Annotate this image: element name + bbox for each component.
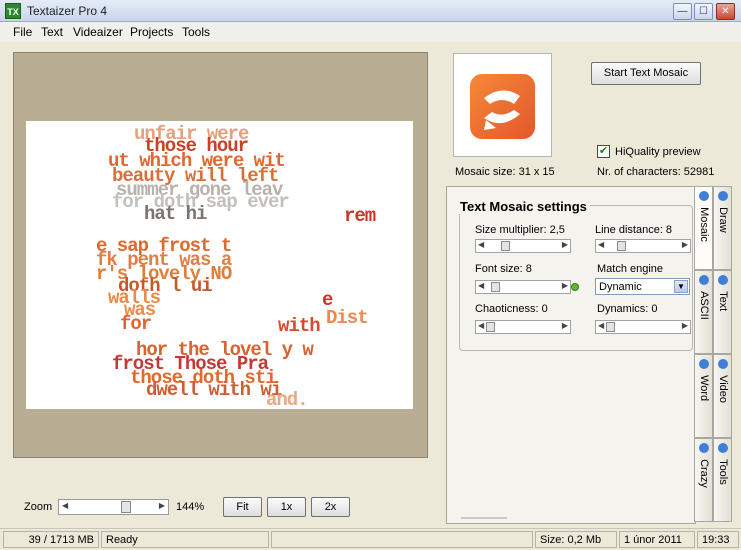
zoom-2x-button[interactable]: 2x — [311, 497, 350, 517]
settings-title: Text Mosaic settings — [457, 199, 590, 214]
menu-videaizer[interactable]: Videaizer — [73, 25, 123, 39]
match-engine-value: Dynamic — [599, 281, 642, 293]
time-status: 19:33 — [697, 531, 739, 548]
source-image-thumbnail[interactable] — [453, 53, 552, 157]
zoom-value: 144% — [176, 501, 205, 513]
menu-file[interactable]: File — [13, 25, 32, 39]
mosaic-text-line: rem — [344, 205, 376, 227]
tab-mosaic[interactable]: Mosaic — [694, 186, 713, 270]
line-distance-thumb[interactable] — [617, 241, 626, 251]
mosaic-text-line: Dist — [326, 307, 369, 329]
date-status: 1 únor 2011 — [619, 531, 695, 548]
mosaic-text-line: hat hi — [144, 203, 207, 225]
match-engine-label: Match engine — [597, 263, 664, 275]
ascii-tab-icon — [699, 275, 709, 285]
crazy-tab-icon — [699, 443, 709, 453]
maximize-button[interactable]: ☐ — [694, 3, 713, 20]
close-button[interactable]: ✕ — [716, 3, 735, 20]
memory-status: 39 / 1713 MB — [3, 531, 99, 548]
logo-image — [470, 74, 535, 139]
size-multiplier-label: Size multiplier: 2,5 — [475, 224, 565, 236]
zoom-label: Zoom — [24, 501, 53, 513]
title-bar: TX Textaizer Pro 4 — ☐ ✕ — [0, 0, 741, 22]
tab-text[interactable]: Text — [713, 270, 732, 354]
match-engine-select[interactable]: Dynamic ▼ — [595, 278, 690, 295]
zoom-slider[interactable]: ◀ ▶ — [58, 499, 169, 515]
status-bar: 39 / 1713 MB Ready Size: 0,2 Mb 1 únor 2… — [0, 528, 741, 550]
status-dot-icon — [571, 283, 579, 291]
text-tab-icon — [718, 275, 728, 285]
draw-tab-icon — [718, 191, 728, 201]
tab-ascii[interactable]: ASCII — [694, 270, 713, 354]
font-size-thumb[interactable] — [491, 282, 500, 292]
line-distance-label: Line distance: 8 — [595, 224, 673, 236]
start-text-mosaic-button[interactable]: Start Text Mosaic — [591, 62, 701, 85]
chaoticness-label: Chaoticness: 0 — [475, 303, 548, 315]
zoom-1x-button[interactable]: 1x — [267, 497, 306, 517]
mosaic-text-line: for — [120, 313, 152, 335]
mosaic-text-line: with — [278, 315, 321, 337]
menu-tools[interactable]: Tools — [182, 25, 210, 39]
line-distance-slider[interactable]: ◀ ▶ — [595, 239, 691, 253]
menu-text[interactable]: Text — [41, 25, 63, 39]
font-size-slider[interactable]: ◀ ▶ — [475, 280, 571, 294]
minimize-button[interactable]: — — [673, 3, 692, 20]
tab-tools[interactable]: Tools — [713, 438, 732, 522]
mosaic-text-line: dwell with wi — [146, 379, 282, 401]
font-size-label: Font size: 8 — [475, 263, 532, 275]
slider-left-arrow-icon[interactable]: ◀ — [62, 501, 68, 510]
dynamics-label: Dynamics: 0 — [597, 303, 658, 315]
ready-status: Ready — [101, 531, 269, 548]
size-status: Size: 0,2 Mb — [535, 531, 617, 548]
menu-bar: File Text Videaizer Projects Tools — [0, 22, 741, 42]
window-title: Textaizer Pro 4 — [27, 4, 108, 18]
mosaic-text-line: and. — [266, 389, 309, 409]
mosaic-tab-icon — [699, 191, 709, 201]
hiquality-preview-label[interactable]: HiQuality preview — [615, 146, 701, 158]
progress-indicator — [461, 517, 507, 519]
tab-crazy[interactable]: Crazy — [694, 438, 713, 522]
zoom-slider-thumb[interactable] — [121, 501, 131, 513]
slider-right-arrow-icon[interactable]: ▶ — [159, 501, 165, 510]
tab-word[interactable]: Word — [694, 354, 713, 438]
mosaic-preview[interactable]: unfair were those hour ut which were wit be… — [26, 121, 413, 409]
fit-button[interactable]: Fit — [223, 497, 262, 517]
video-tab-icon — [718, 359, 728, 369]
nr-characters-label: Nr. of characters: 52981 — [597, 166, 715, 178]
tools-tab-icon — [718, 443, 728, 453]
chevron-down-icon[interactable]: ▼ — [674, 280, 688, 293]
status-empty — [271, 531, 533, 548]
size-multiplier-thumb[interactable] — [501, 241, 510, 251]
dynamics-thumb[interactable] — [606, 322, 615, 332]
word-tab-icon — [699, 359, 709, 369]
dynamics-slider[interactable]: ◀ ▶ — [595, 320, 691, 334]
chaoticness-thumb[interactable] — [486, 322, 495, 332]
settings-panel: Text Mosaic settings Size multiplier: 2,… — [446, 186, 696, 524]
size-multiplier-slider[interactable]: ◀ ▶ — [475, 239, 571, 253]
menu-projects[interactable]: Projects — [130, 25, 173, 39]
hiquality-preview-checkbox[interactable]: ✔ — [597, 145, 610, 158]
tab-draw[interactable]: Draw — [713, 186, 732, 270]
preview-frame: unfair were those hour ut which were wit be… — [13, 52, 428, 458]
tab-video[interactable]: Video — [713, 354, 732, 438]
mosaic-size-label: Mosaic size: 31 x 15 — [455, 166, 555, 178]
app-icon: TX — [5, 3, 21, 19]
chaoticness-slider[interactable]: ◀ ▶ — [475, 320, 571, 334]
